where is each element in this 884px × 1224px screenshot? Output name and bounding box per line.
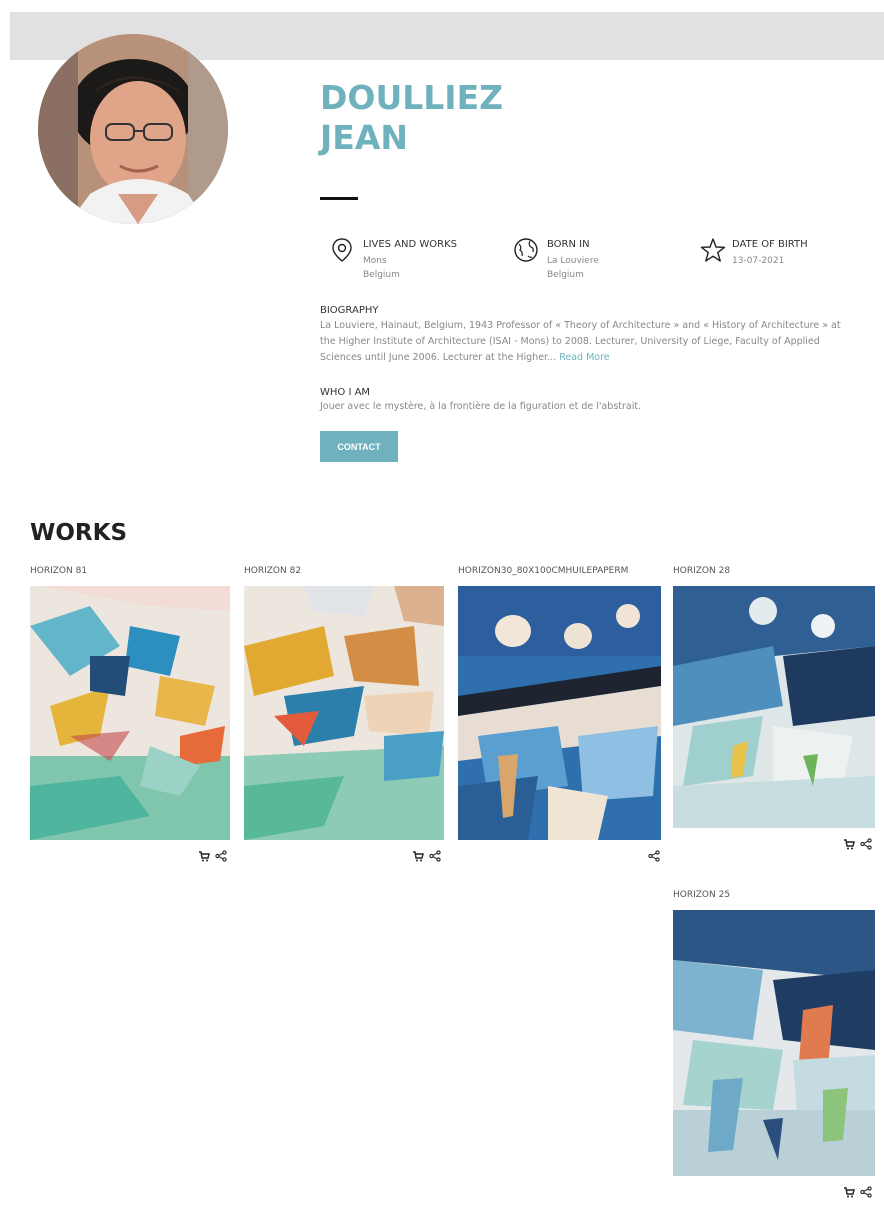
work-card[interactable]: HORIZON 28 — [673, 566, 875, 866]
work-title[interactable]: HORIZON 81 — [30, 566, 87, 576]
work-actions — [843, 838, 872, 850]
work-card[interactable]: HORIZON 25 — [673, 890, 875, 1215]
work-actions — [198, 850, 227, 862]
cart-icon[interactable] — [843, 838, 855, 850]
work-image[interactable] — [673, 910, 875, 1176]
info-value: 13-07-2021 — [732, 256, 785, 266]
who-i-am-text: Jouer avec le mystère, à la frontière de… — [320, 401, 642, 412]
work-card[interactable]: HORIZON 81 — [30, 566, 230, 876]
cart-icon[interactable] — [412, 850, 424, 862]
info-title: DATE OF BIRTH — [732, 239, 808, 250]
read-more-link[interactable]: Read More — [559, 352, 609, 363]
work-card[interactable]: HORIZON30_80X100CMHUILEPAPERM — [458, 566, 661, 876]
work-image[interactable] — [244, 586, 444, 840]
share-icon[interactable] — [215, 850, 227, 862]
share-icon[interactable] — [860, 838, 872, 850]
artist-first-name: JEAN — [320, 118, 408, 157]
cart-icon[interactable] — [843, 1186, 855, 1198]
works-title: WORKS — [30, 520, 128, 546]
info-title: BORN IN — [547, 239, 590, 250]
clipped-top-text — [0, 0, 884, 10]
work-title[interactable]: HORIZON 82 — [244, 566, 301, 576]
who-i-am-title: WHO I AM — [320, 387, 371, 398]
info-born-in: BORN IN La Louviere Belgium — [512, 236, 672, 286]
info-lives-and-works: LIVES AND WORKS Mons Belgium — [328, 236, 498, 286]
map-pin-icon — [332, 238, 352, 262]
work-title[interactable]: HORIZON30_80X100CMHUILEPAPERM — [458, 566, 628, 576]
work-card[interactable]: HORIZON 82 — [244, 566, 444, 876]
work-title[interactable]: HORIZON 25 — [673, 890, 730, 900]
work-image[interactable] — [673, 586, 875, 828]
info-title: LIVES AND WORKS — [363, 239, 458, 250]
contact-button[interactable]: CONTACT — [320, 431, 398, 462]
globe-icon — [514, 238, 538, 262]
cart-icon[interactable] — [198, 850, 210, 862]
work-actions — [412, 850, 441, 862]
work-actions — [648, 850, 660, 862]
info-value: Mons Belgium — [363, 256, 400, 280]
biography-text: La Louviere, Hainaut, Belgium, 1943 Prof… — [320, 320, 841, 363]
artist-avatar — [38, 34, 228, 224]
info-date-of-birth: DATE OF BIRTH 13-07-2021 — [699, 236, 859, 286]
name-divider — [320, 197, 358, 200]
work-image[interactable] — [30, 586, 230, 840]
share-icon[interactable] — [860, 1186, 872, 1198]
work-image[interactable] — [458, 586, 661, 840]
artist-name: DOULLIEZ JEAN — [320, 78, 503, 158]
star-icon — [700, 238, 726, 262]
artist-last-name: DOULLIEZ — [320, 78, 504, 117]
work-actions — [843, 1186, 872, 1198]
biography-title: BIOGRAPHY — [320, 305, 379, 316]
work-title[interactable]: HORIZON 28 — [673, 566, 730, 576]
info-value: La Louviere Belgium — [547, 256, 599, 280]
share-icon[interactable] — [648, 850, 660, 862]
share-icon[interactable] — [429, 850, 441, 862]
